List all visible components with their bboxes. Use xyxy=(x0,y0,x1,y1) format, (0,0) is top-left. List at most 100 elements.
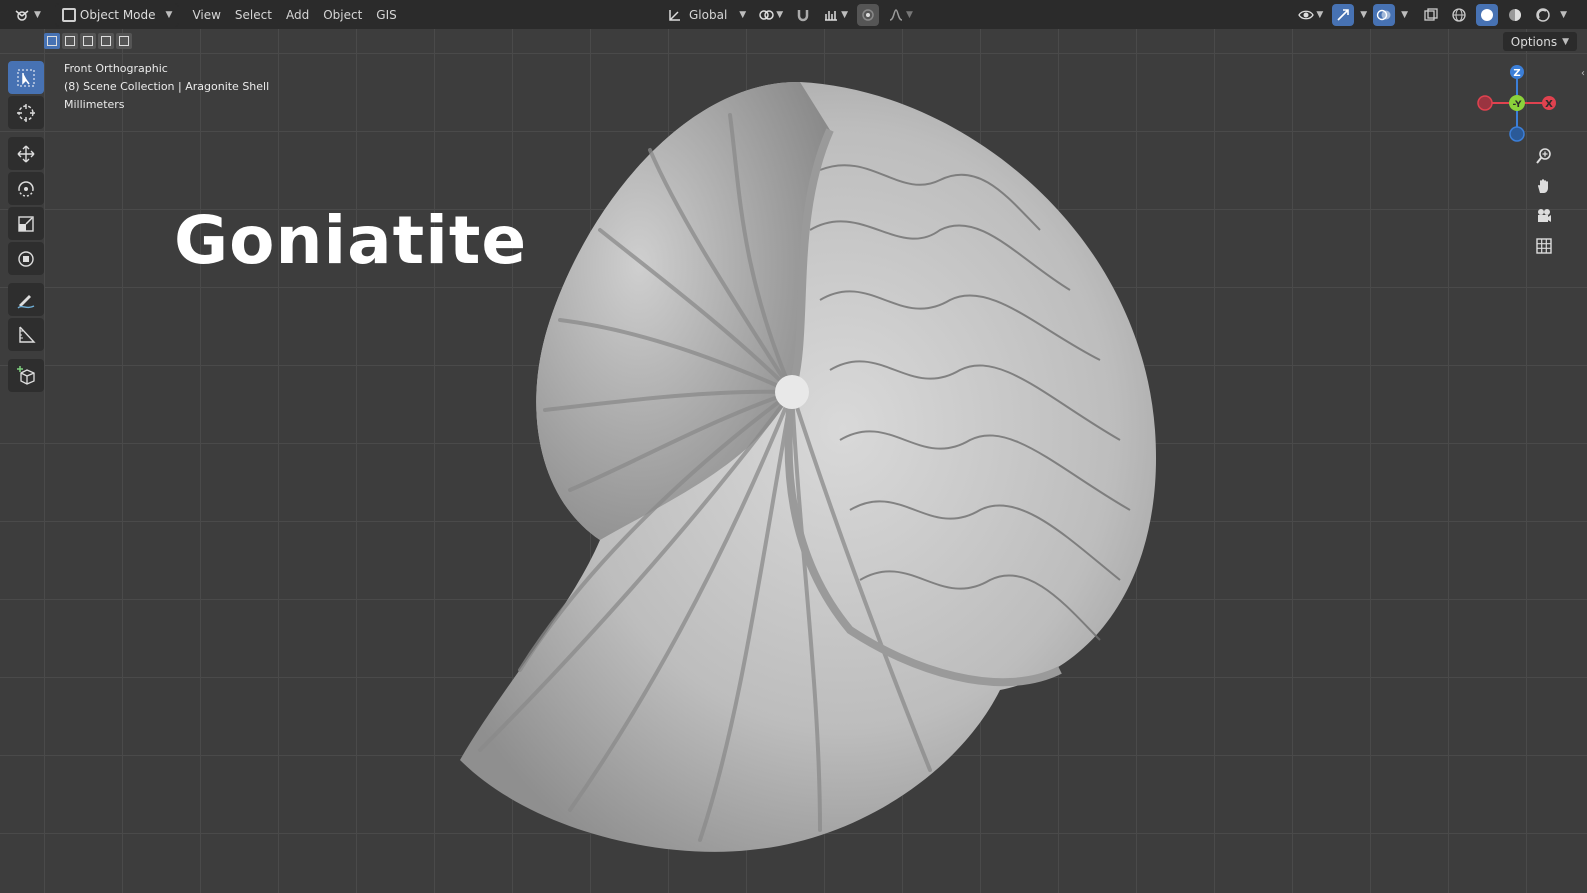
tool-annotate[interactable] xyxy=(8,283,44,316)
orientation-axes-icon xyxy=(669,10,680,21)
mode-label: Object Mode xyxy=(79,7,156,22)
chevron-down-icon[interactable]: ▼ xyxy=(1360,10,1367,20)
menu-view[interactable]: View xyxy=(185,8,227,22)
tool-transform[interactable] xyxy=(8,242,44,275)
tool-cursor[interactable] xyxy=(8,96,44,129)
camera-icon xyxy=(1538,209,1551,222)
object-mode-icon xyxy=(61,7,76,22)
chevron-down-icon: ▼ xyxy=(34,9,41,20)
header-menus: View Select Add Object GIS xyxy=(185,8,403,22)
tool-measure[interactable] xyxy=(8,318,44,351)
xray-icon xyxy=(1424,8,1438,21)
viewport-info: Front Orthographic (8) Scene Collection … xyxy=(64,60,269,114)
rotate-icon xyxy=(18,180,34,197)
chevron-down-icon: ▼ xyxy=(906,10,913,20)
snap-increment-icon xyxy=(825,11,838,21)
menu-gis[interactable]: GIS xyxy=(369,8,403,22)
select-new-button[interactable] xyxy=(44,33,60,49)
scene-units: Millimeters xyxy=(64,98,125,111)
orientation-label: Global xyxy=(689,8,728,22)
tool-rotate[interactable] xyxy=(8,172,44,205)
chevron-down-icon: ▼ xyxy=(165,9,173,20)
eye-icon xyxy=(1298,10,1315,20)
chevron-down-icon: ▼ xyxy=(776,10,784,20)
camera-view-button[interactable] xyxy=(1531,203,1557,229)
sidebar-toggle-icon[interactable]: ‹ xyxy=(1581,68,1585,79)
shading-rendered[interactable] xyxy=(1532,4,1554,26)
add-cube-icon xyxy=(17,365,35,385)
gizmo-neg-x[interactable] xyxy=(1477,95,1493,111)
tool-add-cube[interactable] xyxy=(8,359,44,392)
menu-object[interactable]: Object xyxy=(316,8,369,22)
transform-icon xyxy=(18,250,34,267)
pencil-icon xyxy=(17,294,35,309)
gizmo-x-label: X xyxy=(1545,99,1553,110)
navigation-gizmo[interactable]: X Z -Y xyxy=(1470,60,1565,150)
menu-add[interactable]: Add xyxy=(279,8,316,22)
shading-wireframe[interactable] xyxy=(1448,4,1470,26)
view-name: Front Orthographic xyxy=(64,62,168,75)
magnet-icon xyxy=(797,10,809,22)
pan-button[interactable] xyxy=(1531,173,1557,199)
tool-scale[interactable] xyxy=(8,207,44,240)
blender-window: ▼ Object Mode ▼ View Select Add Object G… xyxy=(0,0,1587,893)
proportional-edit-toggle[interactable] xyxy=(857,4,880,26)
falloff-curve-icon xyxy=(889,9,903,21)
viewport-header: ▼ Object Mode ▼ View Select Add Object G… xyxy=(0,0,1587,29)
editor-type-icon xyxy=(15,9,29,21)
material-sphere-icon xyxy=(1509,9,1522,21)
perspective-toggle-button[interactable] xyxy=(1531,233,1557,259)
options-dropdown[interactable]: Options ▼ xyxy=(1502,32,1577,51)
chevron-down-icon: ▼ xyxy=(739,10,747,20)
tool-select-box[interactable] xyxy=(8,61,44,94)
move-arrows-icon xyxy=(17,145,35,162)
chevron-down-icon: ▼ xyxy=(1316,10,1324,20)
xray-toggle[interactable] xyxy=(1420,4,1442,26)
shading-material[interactable] xyxy=(1504,4,1526,26)
viewport-display-tools: ▼ ▼ ▼ ▼ xyxy=(1295,4,1567,26)
hand-icon xyxy=(1538,179,1548,193)
gizmo-toggle[interactable] xyxy=(1332,4,1355,26)
overlays-toggle[interactable] xyxy=(1373,4,1396,26)
pivot-icon xyxy=(759,10,774,20)
shading-solid[interactable] xyxy=(1476,4,1499,26)
gizmo-neg-z[interactable] xyxy=(1509,126,1525,142)
wireframe-sphere-icon xyxy=(1452,8,1466,22)
crosshair-cursor-icon xyxy=(17,103,35,122)
active-collection: (8) Scene Collection | Aragonite Shell xyxy=(64,80,270,93)
snap-toggle[interactable] xyxy=(792,4,814,26)
select-invert-button[interactable] xyxy=(98,33,114,49)
visibility-dropdown[interactable]: ▼ xyxy=(1295,4,1326,26)
ruler-icon xyxy=(19,326,36,343)
select-intersect-button[interactable] xyxy=(116,33,132,49)
select-subtract-button[interactable] xyxy=(80,33,96,49)
proportional-edit-icon xyxy=(862,9,874,21)
falloff-dropdown[interactable]: ▼ xyxy=(885,4,916,26)
editor-type-button[interactable]: ▼ xyxy=(8,4,47,26)
gizmo-icon xyxy=(1337,9,1350,21)
options-label: Options xyxy=(1510,34,1558,49)
tool-settings-bar: Options ▼ xyxy=(0,29,1587,53)
scale-icon xyxy=(18,215,34,232)
snap-target-dropdown[interactable]: ▼ xyxy=(820,4,851,26)
menu-select[interactable]: Select xyxy=(228,8,279,22)
zoom-button[interactable] xyxy=(1531,143,1557,169)
solid-sphere-icon xyxy=(1481,9,1494,21)
rendered-sphere-icon xyxy=(1536,8,1550,22)
chevron-down-icon[interactable]: ▼ xyxy=(1560,10,1567,20)
select-cursor-icon xyxy=(17,69,35,86)
shell-model[interactable] xyxy=(440,70,1160,860)
chevron-down-icon: ▼ xyxy=(1562,36,1569,47)
select-extend-button[interactable] xyxy=(62,33,78,49)
zoom-icon xyxy=(1536,148,1551,164)
grid-icon xyxy=(1536,238,1552,254)
transform-tools: Global ▼ ▼ ▼ ▼ xyxy=(664,4,916,26)
tool-move[interactable] xyxy=(8,137,44,170)
tool-shelf xyxy=(8,60,48,393)
overlay-circles-icon xyxy=(1376,9,1391,21)
chevron-down-icon[interactable]: ▼ xyxy=(1401,10,1408,20)
mode-selector[interactable]: Object Mode ▼ xyxy=(54,2,180,27)
transform-orientation-dropdown[interactable]: Global ▼ xyxy=(664,4,749,26)
chevron-down-icon: ▼ xyxy=(841,10,849,20)
pivot-point-dropdown[interactable]: ▼ xyxy=(755,4,786,26)
